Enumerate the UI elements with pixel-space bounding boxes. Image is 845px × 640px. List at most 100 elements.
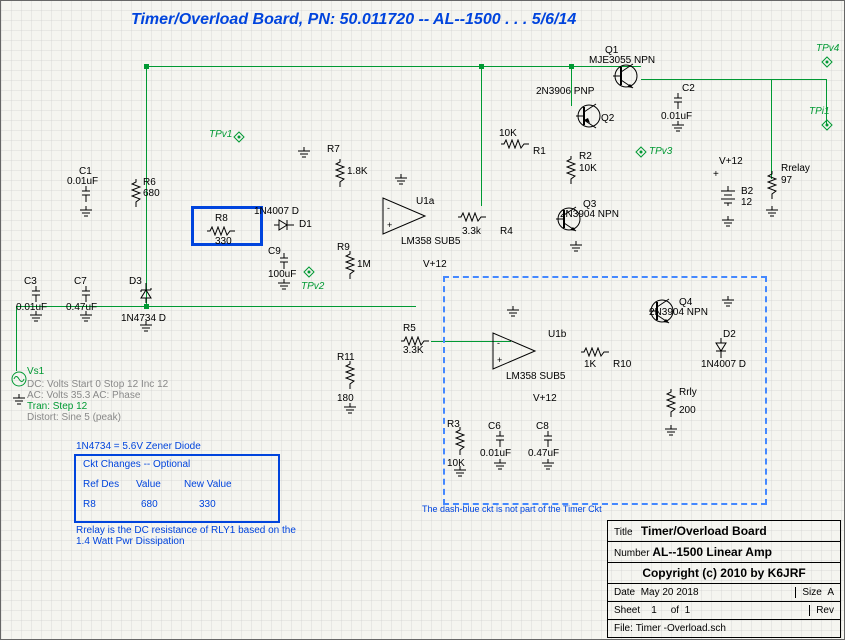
resistor-r8	[207, 226, 235, 236]
testpoint-tpv4	[821, 56, 833, 68]
tb-size-lbl: Size	[802, 587, 821, 598]
r9-val: 1M	[357, 259, 371, 270]
r3-ref: R3	[447, 419, 460, 430]
b2-pos: +	[713, 169, 719, 180]
resistor-rrly	[666, 389, 676, 417]
capacitor-c6	[495, 431, 505, 447]
svg-text:+: +	[497, 355, 502, 365]
diode-d1	[274, 218, 294, 232]
resistor-r9	[345, 251, 355, 279]
rrelay-val: 97	[781, 175, 792, 186]
capacitor-c3	[31, 286, 41, 302]
col-refdes: Ref Des	[83, 479, 119, 490]
opamp-u1b: -+	[491, 331, 537, 371]
r4-ref: R4	[500, 226, 513, 237]
testpoint-tpv2	[303, 266, 315, 278]
capacitor-c7	[81, 286, 91, 302]
c8-val: 0.47uF	[528, 448, 559, 459]
c2-ref: C2	[682, 83, 695, 94]
capacitor-c2	[673, 93, 683, 109]
gnd-icon	[493, 459, 507, 473]
d1-val: 1N4007 D	[254, 206, 299, 217]
r8-ref: R8	[215, 213, 228, 224]
tb-num-lbl: Number	[614, 548, 650, 559]
gnd-icon	[343, 403, 357, 417]
c9-ref: C9	[268, 246, 281, 257]
r1-val: 10K	[499, 128, 517, 139]
gnd-icon	[721, 216, 735, 230]
gnd-icon	[12, 394, 26, 408]
testpoint-tpv3	[635, 146, 647, 158]
gnd-icon	[277, 279, 291, 293]
sim-dist: Distort: Sine 5 (peak)	[27, 412, 121, 423]
q2-ref: Q2	[601, 113, 614, 124]
junction	[479, 64, 484, 69]
b2-ref: B2	[741, 186, 753, 197]
title-block: Title Timer/Overload Board Number AL--15…	[607, 520, 841, 638]
page-title: Timer/Overload Board, PN: 50.011720 -- A…	[131, 11, 576, 29]
capacitor-c1	[81, 186, 91, 202]
gnd-icon	[297, 147, 311, 161]
v12-u1a: V+12	[423, 259, 447, 270]
tb-sheet-lbl: Sheet	[614, 605, 640, 616]
wire	[16, 306, 17, 371]
vs1-ref: Vs1	[27, 366, 44, 377]
tp-label: TPv2	[301, 281, 324, 292]
resistor-r4	[458, 212, 486, 222]
sim-dc: DC: Volts Start 0 Stop 12 Inc 12	[27, 379, 168, 390]
col-newvalue: New Value	[184, 479, 232, 490]
row-r8-val: 680	[141, 499, 158, 510]
svg-text:-: -	[497, 338, 500, 348]
tb-copy: Copyright (c) 2010 by K6JRF	[642, 566, 805, 580]
gnd-icon	[721, 296, 735, 310]
r6-val: 680	[143, 188, 160, 199]
testpoint-tpi1	[821, 119, 833, 131]
c6-ref: C6	[488, 421, 501, 432]
u1a-val: LM358 SUB5	[401, 236, 460, 247]
d2-val: 1N4007 D	[701, 359, 746, 370]
row-r8-new: 330	[199, 499, 216, 510]
tb-date-lbl: Date	[614, 587, 635, 598]
b2-val: 12	[741, 197, 752, 208]
rrelay-ref: Rrelay	[781, 163, 810, 174]
resistor-r11	[345, 361, 355, 389]
svg-text:-: -	[387, 203, 390, 213]
tp-label: TPv3	[649, 146, 672, 157]
r9-ref: R9	[337, 242, 350, 253]
tb-sheet-t: 1	[685, 605, 691, 616]
capacitor-c8	[543, 431, 553, 447]
r7-val: 1.8K	[347, 166, 368, 177]
v12-u1b: V+12	[533, 393, 557, 404]
r4-val: 3.3k	[462, 226, 481, 237]
schematic-canvas: Timer/Overload Board, PN: 50.011720 -- A…	[0, 0, 845, 640]
r6-ref: R6	[143, 177, 156, 188]
c8-ref: C8	[536, 421, 549, 432]
resistor-r6	[131, 179, 141, 207]
q4-val: 2N3904 NPN	[649, 307, 708, 318]
rrly-ref: Rrly	[679, 387, 697, 398]
r10-val: 1K	[584, 359, 596, 370]
r5-ref: R5	[403, 323, 416, 334]
resistor-r1	[501, 139, 529, 149]
resistor-r7	[335, 159, 345, 187]
tb-sheet-n: 1	[651, 605, 657, 616]
u1a-ref: U1a	[416, 196, 434, 207]
diode-d3	[139, 283, 153, 303]
c3-ref: C3	[24, 276, 37, 287]
tb-title-lbl: Title	[614, 527, 633, 538]
gnd-icon	[506, 306, 520, 320]
rrelay-note: Rrelay is the DC resistance of RLY1 base…	[76, 525, 296, 547]
gnd-icon	[394, 174, 408, 188]
zener-note: 1N4734 = 5.6V Zener Diode	[76, 441, 201, 452]
junction	[144, 64, 149, 69]
gnd-icon	[79, 206, 93, 220]
tb-file: Timer -Overload.sch	[636, 623, 726, 634]
u1b-ref: U1b	[548, 329, 566, 340]
tb-sheet-of: of	[671, 605, 679, 616]
r5-val: 3.3K	[403, 345, 424, 356]
source-vs1	[11, 371, 27, 387]
r8-val: 330	[215, 236, 232, 247]
wire	[771, 79, 772, 179]
subcircuit-box	[443, 276, 767, 505]
r10-ref: R10	[613, 359, 631, 370]
